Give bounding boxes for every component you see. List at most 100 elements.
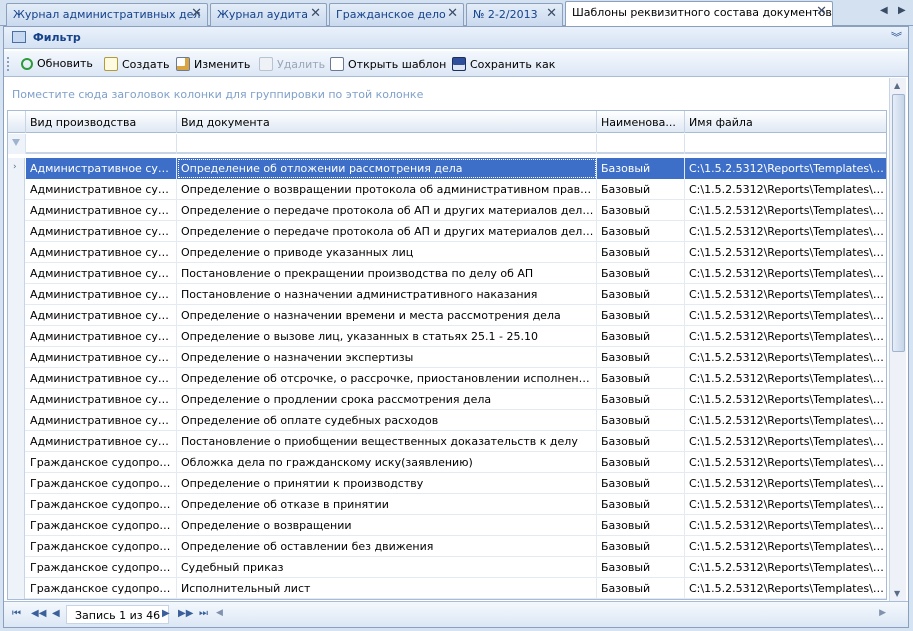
table-row[interactable]: Административное судоп... Определение о н… (8, 305, 886, 326)
cell-proceeding-type[interactable]: Административное судоп... (26, 263, 177, 284)
table-row[interactable]: Гражданское судопроизв... Определение о п… (8, 473, 886, 494)
row-indicator[interactable] (8, 284, 25, 305)
cell-proceeding-type[interactable]: Административное судоп... (26, 305, 177, 326)
table-row[interactable]: Административное судоп... Постановление о… (8, 431, 886, 452)
cell-name[interactable]: Базовый (597, 242, 685, 263)
row-indicator[interactable] (8, 347, 25, 368)
cell-file-name[interactable]: C:\1.5.2.5312\Reports\Templates\Pro... (685, 179, 886, 200)
table-row[interactable]: Административное судоп... Определение о в… (8, 179, 886, 200)
cell-document-type[interactable]: Определение об отказе в принятии (177, 494, 597, 515)
row-indicator[interactable] (8, 368, 25, 389)
filter-cell-proceeding-type[interactable] (26, 134, 177, 154)
cell-document-type[interactable]: Определение о передаче протокола об АП и… (177, 200, 597, 221)
row-indicator[interactable] (8, 515, 25, 536)
cell-file-name[interactable]: C:\1.5.2.5312\Reports\Templates\Pro... (685, 494, 886, 515)
row-indicator[interactable] (8, 452, 25, 473)
row-indicator[interactable] (8, 200, 25, 221)
cell-name[interactable]: Базовый (597, 410, 685, 431)
previous-record-icon[interactable]: ◀ (52, 608, 60, 619)
table-row[interactable]: Административное судоп... Определение об … (8, 410, 886, 431)
group-by-panel[interactable]: Поместите сюда заголовок колонки для гру… (4, 78, 888, 108)
cell-name[interactable]: Базовый (597, 578, 685, 599)
tab-document-templates[interactable]: Шаблоны реквизитного состава документов … (565, 1, 833, 27)
chevron-down-icon[interactable]: ︾ (891, 29, 902, 45)
tab-admin-cases-journal[interactable]: Журнал административных дел ✕ (6, 3, 208, 26)
open-template-button[interactable]: Открыть шаблон (330, 55, 446, 73)
cell-file-name[interactable]: C:\1.5.2.5312\Reports\Templates\Pro... (685, 221, 886, 242)
cell-file-name[interactable]: C:\1.5.2.5312\Reports\Templates\Pro... (685, 473, 886, 494)
close-icon[interactable]: ✕ (546, 6, 557, 21)
close-icon[interactable]: ✕ (447, 6, 458, 21)
tab-audit-journal[interactable]: Журнал аудита ✕ (210, 3, 327, 26)
cell-file-name[interactable]: C:\1.5.2.5312\Reports\Templates\Pro... (685, 242, 886, 263)
cell-name[interactable]: Базовый (597, 305, 685, 326)
cell-name[interactable]: Базовый (597, 221, 685, 242)
cell-name[interactable]: Базовый (597, 494, 685, 515)
cell-document-type[interactable]: Постановление о прекращении производства… (177, 263, 597, 284)
row-indicator[interactable] (8, 242, 25, 263)
cell-name[interactable]: Базовый (597, 557, 685, 578)
cell-proceeding-type[interactable]: Гражданское судопроизв... (26, 473, 177, 494)
cell-proceeding-type[interactable]: Административное судоп... (26, 221, 177, 242)
table-row[interactable]: Административное судоп... Постановление о… (8, 284, 886, 305)
row-indicator[interactable] (8, 473, 25, 494)
cell-proceeding-type[interactable]: Административное судоп... (26, 389, 177, 410)
cell-document-type[interactable]: Исполнительный лист (177, 578, 597, 599)
cell-document-type[interactable]: Постановление о приобщении вещественных … (177, 431, 597, 452)
cell-file-name[interactable]: C:\1.5.2.5312\Reports\Templates\Pro... (685, 431, 886, 452)
table-row[interactable]: Гражданское судопроизв... Определение об … (8, 536, 886, 557)
cell-document-type[interactable]: Определение о возвращении (177, 515, 597, 536)
cell-document-type[interactable]: Судебный приказ (177, 557, 597, 578)
cell-proceeding-type[interactable]: Административное судоп... (26, 200, 177, 221)
cell-name[interactable]: Базовый (597, 158, 685, 179)
cell-document-type[interactable]: Определение об отложении рассмотрения де… (177, 158, 597, 179)
cell-document-type[interactable]: Определение о назначении времени и места… (177, 305, 597, 326)
row-indicator[interactable] (8, 431, 25, 452)
cell-proceeding-type[interactable]: Административное судоп... (26, 410, 177, 431)
save-as-button[interactable]: Сохранить как (452, 55, 555, 73)
next-record-icon[interactable]: ▶ (162, 608, 170, 619)
filter-cell-file-name[interactable] (685, 134, 886, 154)
cell-proceeding-type[interactable]: Гражданское судопроизв... (26, 578, 177, 599)
cell-file-name[interactable]: C:\1.5.2.5312\Reports\Templates\Pro... (685, 410, 886, 431)
column-header-proceeding-type[interactable]: Вид производства (26, 111, 177, 133)
cell-document-type[interactable]: Постановление о назначении административ… (177, 284, 597, 305)
cell-proceeding-type[interactable]: Административное судоп... (26, 179, 177, 200)
row-indicator[interactable] (8, 578, 25, 599)
cell-document-type[interactable]: Определение о вызове лиц, указанных в ст… (177, 326, 597, 347)
cell-file-name[interactable]: C:\1.5.2.5312\Reports\Templates\Pro... (685, 557, 886, 578)
row-indicator[interactable] (8, 326, 25, 347)
table-row[interactable]: Административное судоп... Определение о п… (8, 389, 886, 410)
first-record-icon[interactable]: ⏮ (12, 608, 21, 619)
cell-proceeding-type[interactable]: Гражданское судопроизв... (26, 536, 177, 557)
row-indicator[interactable] (8, 494, 25, 515)
cell-document-type[interactable]: Обложка дела по гражданскому иску(заявле… (177, 452, 597, 473)
cell-name[interactable]: Базовый (597, 515, 685, 536)
cell-document-type[interactable]: Определение о назначении экспертизы (177, 347, 597, 368)
create-button[interactable]: Создать (104, 55, 170, 73)
cell-name[interactable]: Базовый (597, 389, 685, 410)
cell-document-type[interactable]: Определение о передаче протокола об АП и… (177, 221, 597, 242)
close-icon[interactable]: ✕ (191, 6, 202, 21)
cell-proceeding-type[interactable]: Гражданское судопроизв... (26, 557, 177, 578)
row-indicator[interactable] (8, 536, 25, 557)
cell-name[interactable]: Базовый (597, 431, 685, 452)
cell-document-type[interactable]: Определение об оплате судебных расходов (177, 410, 597, 431)
table-row[interactable]: Гражданское судопроизв... Исполнительный … (8, 578, 886, 599)
cell-file-name[interactable]: C:\1.5.2.5312\Reports\Templates\Pro... (685, 263, 886, 284)
tab-scroll-left-icon[interactable]: ◀ (880, 5, 888, 16)
cell-proceeding-type[interactable]: Административное судоп... (26, 347, 177, 368)
cell-name[interactable]: Базовый (597, 347, 685, 368)
table-row[interactable]: Административное судоп... Определение о п… (8, 242, 886, 263)
refresh-button[interactable]: Обновить (21, 55, 93, 73)
scroll-right-icon[interactable]: ▶ (879, 608, 886, 618)
cell-proceeding-type[interactable]: Гражданское судопроизв... (26, 452, 177, 473)
cell-file-name[interactable]: C:\1.5.2.5312\Reports\Templates\Pro... (685, 158, 886, 179)
table-row[interactable]: Гражданское судопроизв... Определение о в… (8, 515, 886, 536)
cell-name[interactable]: Базовый (597, 473, 685, 494)
cell-name[interactable]: Базовый (597, 200, 685, 221)
row-indicator[interactable] (8, 557, 25, 578)
cell-proceeding-type[interactable]: Административное судоп... (26, 158, 177, 179)
next-page-icon[interactable]: ▶▶ (178, 608, 193, 619)
cell-name[interactable]: Базовый (597, 326, 685, 347)
